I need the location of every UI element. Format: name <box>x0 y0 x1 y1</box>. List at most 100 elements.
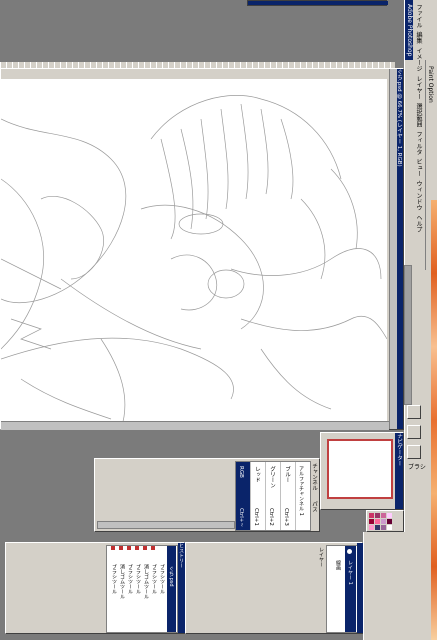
swatch-2[interactable] <box>375 513 380 518</box>
channels-panel: RGB Ctrl+~ レッド Ctrl+1 グリーン Ctrl+2 ブルー Ct… <box>94 458 320 532</box>
navigator-preview <box>327 439 393 499</box>
document-titlebar[interactable]: ぐち.psd @ 66.7% (レイヤー 1, RGB) <box>396 69 403 429</box>
history-icons-row <box>106 545 166 551</box>
layer-name: レイヤー 1 <box>347 560 353 585</box>
top-window-fragment <box>247 0 388 6</box>
history-item-label: 消しゴムツール <box>143 564 149 599</box>
menu-file[interactable]: ファイル <box>415 4 422 28</box>
layers-panel: レイヤー 1 線画 レイヤー <box>185 542 363 634</box>
history-tab: ヒストリー <box>178 543 184 568</box>
swatch-9[interactable] <box>369 525 374 530</box>
sidebar-text: ブラシ <box>408 462 426 471</box>
tab-channels[interactable]: チャンネル <box>310 463 318 491</box>
bottom-right-strip <box>363 532 405 640</box>
layers-list: レイヤー 1 線画 <box>326 545 358 633</box>
channel-shortcut-blue: Ctrl+3 <box>283 508 289 526</box>
eye-icon[interactable] <box>347 549 352 554</box>
channel-name-rgb: RGB <box>238 466 244 478</box>
navigator-panel: ナビゲーター <box>320 432 404 510</box>
history-item-label: ブラシツール <box>127 564 133 594</box>
history-panel: ぐち.psd ブラシツール ブラシツール 消しゴムツール ブラシツール ブラシツ… <box>5 542 185 634</box>
channels-tabs: チャンネル パス <box>309 461 319 529</box>
brush-icon <box>111 546 115 550</box>
menu-help[interactable]: ヘルプ <box>415 215 422 233</box>
history-item-label: ぐち.psd <box>168 566 174 587</box>
history-titlebar[interactable]: ヒストリー <box>178 543 185 633</box>
channel-row[interactable]: アルファチャンネル 1 <box>296 462 310 530</box>
channel-name-red: レッド <box>254 466 260 483</box>
channel-row[interactable]: レッド Ctrl+1 <box>251 462 266 530</box>
swatch-1[interactable] <box>369 513 374 518</box>
history-item-snapshot[interactable]: ぐち.psd <box>167 546 176 632</box>
menu-image[interactable]: イメージ <box>415 48 422 72</box>
swatch-10[interactable] <box>375 525 380 530</box>
navigator-titlebar[interactable]: ナビゲーター <box>395 433 403 509</box>
channel-shortcut-green: Ctrl+2 <box>268 508 274 526</box>
history-item[interactable]: 消しゴムツール <box>142 546 150 632</box>
line-art-drawing <box>1 95 387 429</box>
history-item[interactable]: ブラシツール <box>126 546 134 632</box>
layer-row-selected[interactable]: レイヤー 1 <box>345 546 356 632</box>
history-item[interactable]: ブラシツール <box>150 546 158 632</box>
menu-layer[interactable]: レイヤー <box>415 75 422 99</box>
canvas[interactable] <box>1 79 387 429</box>
navigator-tab: ナビゲーター <box>396 433 402 466</box>
channel-shortcut-red: Ctrl+1 <box>253 508 259 526</box>
layer-row[interactable]: 線画 <box>333 546 344 632</box>
channel-row[interactable]: ブルー Ctrl+3 <box>281 462 296 530</box>
history-item-label: 消しゴムツール <box>119 564 125 599</box>
wallpaper-strip <box>431 200 437 640</box>
channels-scrollbar[interactable] <box>97 521 235 529</box>
sidebar-opacity-button[interactable] <box>407 445 421 459</box>
swatch-4[interactable] <box>387 513 392 518</box>
history-item[interactable]: ブラシツール <box>110 546 118 632</box>
tab-paths[interactable]: パス <box>310 501 318 512</box>
document-scrollbar[interactable] <box>389 69 397 429</box>
menu-select[interactable]: 選択範囲 <box>415 103 422 127</box>
color-swatches <box>369 513 403 531</box>
eraser-icon <box>127 546 131 550</box>
brush-icon <box>135 546 139 550</box>
history-item[interactable]: ブラシツール <box>158 546 166 632</box>
channel-shortcut-rgb: Ctrl+~ <box>238 508 244 528</box>
top-window-titlebar[interactable] <box>248 1 388 5</box>
document-window: ぐち.psd @ 66.7% (レイヤー 1, RGB) <box>0 68 404 430</box>
swatch-7[interactable] <box>381 519 386 524</box>
sidebar-mode-button[interactable] <box>407 425 421 439</box>
swatch-11[interactable] <box>381 525 386 530</box>
menu-filter[interactable]: フィルタ <box>415 131 422 155</box>
swatch-6[interactable] <box>375 519 380 524</box>
swatch-8[interactable] <box>387 519 392 524</box>
swatch-3[interactable] <box>381 513 386 518</box>
brush-icon <box>143 546 147 550</box>
document-hscrollbar[interactable] <box>1 421 389 430</box>
history-item-label: ブラシツール <box>135 564 141 594</box>
swatch-12[interactable] <box>387 525 392 530</box>
sidebar-brush-button[interactable] <box>407 405 421 419</box>
channel-name-alpha: アルファチャンネル 1 <box>298 466 304 516</box>
brush-icon <box>119 546 123 550</box>
channels-list: RGB Ctrl+~ レッド Ctrl+1 グリーン Ctrl+2 ブルー Ct… <box>235 461 311 531</box>
history-item-label: ブラシツール <box>159 564 165 594</box>
app-title: Adobe Photoshop <box>406 4 413 57</box>
channel-name-green: グリーン <box>269 466 275 488</box>
layers-tab[interactable]: レイヤー <box>318 547 325 567</box>
history-item-label: ブラシツール <box>111 564 117 594</box>
menu-window[interactable]: ウィンドウ <box>415 181 422 211</box>
app-titlebar[interactable]: Adobe Photoshop <box>405 0 413 60</box>
menu-edit[interactable]: 編集 <box>415 32 422 44</box>
history-item-label: ブラシツール <box>151 564 157 594</box>
options-bar-label: Paint Option <box>427 66 434 103</box>
channel-row[interactable]: グリーン Ctrl+2 <box>266 462 281 530</box>
history-list: ぐち.psd ブラシツール ブラシツール 消しゴムツール ブラシツール ブラシツ… <box>106 545 178 633</box>
swatch-5[interactable] <box>369 519 374 524</box>
history-item[interactable]: ブラシツール <box>134 546 142 632</box>
eraser-icon <box>151 546 155 550</box>
history-item[interactable]: 消しゴムツール <box>118 546 126 632</box>
vertical-scrollbar-outer[interactable] <box>404 265 412 405</box>
channel-row[interactable]: RGB Ctrl+~ <box>236 462 251 530</box>
layer-name: 線画 <box>335 560 341 570</box>
menu-view[interactable]: ビュー <box>415 159 422 177</box>
sidebar-brush-label: ブラシ <box>408 464 426 471</box>
channel-name-blue: ブルー <box>284 466 290 483</box>
